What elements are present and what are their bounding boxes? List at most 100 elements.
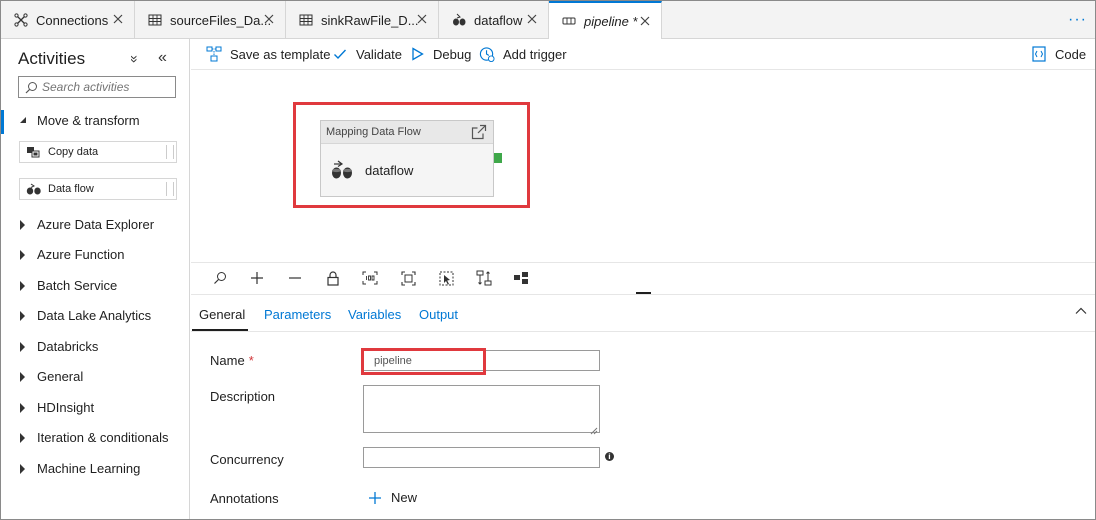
copy-data-icon xyxy=(26,146,42,158)
hide-sidebar-icon[interactable]: « xyxy=(158,49,167,67)
category-label: Machine Learning xyxy=(37,461,141,476)
close-icon[interactable] xyxy=(416,13,428,25)
drag-handle[interactable] xyxy=(166,182,174,196)
category-label: Move & transform xyxy=(37,113,140,128)
close-icon[interactable] xyxy=(639,15,651,27)
new-annotation-button[interactable]: New xyxy=(368,490,417,505)
collapse-all-icon[interactable]: » xyxy=(127,55,143,63)
tab-bar: Connections sourceFiles_Da... sinkRawFil… xyxy=(1,1,1095,39)
category-general[interactable]: General xyxy=(18,369,83,384)
pipeline-icon xyxy=(561,13,577,29)
zoom-100-icon[interactable] xyxy=(361,269,379,287)
tab-parameters[interactable]: Parameters xyxy=(264,307,331,322)
dataset-table-icon xyxy=(298,12,314,28)
add-trigger-button[interactable]: Add trigger xyxy=(479,46,567,62)
search-input[interactable] xyxy=(42,80,172,94)
category-label: Batch Service xyxy=(37,278,118,293)
tab-label: pipeline * xyxy=(584,13,638,29)
zoom-in-icon[interactable] xyxy=(248,269,266,287)
category-azure-data-explorer[interactable]: Azure Data Explorer xyxy=(18,217,154,232)
tab-sinkrawfile[interactable]: sinkRawFile_D... xyxy=(286,1,439,39)
checkmark-icon xyxy=(332,46,348,62)
search-icon[interactable] xyxy=(211,269,229,287)
category-batch-service[interactable]: Batch Service xyxy=(18,278,117,293)
code-button[interactable]: Code xyxy=(1031,46,1086,62)
activity-label: Data flow xyxy=(48,183,94,195)
dataflow-icon xyxy=(26,183,42,195)
validate-button[interactable]: Validate xyxy=(332,46,402,62)
activities-sidebar: Activities » « Move & transform Copy dat… xyxy=(1,39,190,519)
auto-align-icon[interactable] xyxy=(475,269,493,287)
annotations-label: Annotations xyxy=(210,491,279,506)
category-label: Azure Function xyxy=(37,247,125,262)
fit-to-screen-icon[interactable] xyxy=(399,269,417,287)
caret-right-icon xyxy=(18,371,28,382)
tab-pipeline[interactable]: pipeline * xyxy=(549,1,662,39)
category-hdinsight[interactable]: HDInsight xyxy=(18,400,94,415)
plus-icon xyxy=(368,491,382,505)
lock-icon[interactable] xyxy=(324,269,342,287)
highlight-box xyxy=(361,348,486,375)
button-label: Add trigger xyxy=(503,46,567,62)
tab-label: Connections xyxy=(36,12,109,28)
caret-right-icon xyxy=(18,310,28,321)
category-label: Databricks xyxy=(37,339,99,354)
more-tabs-button[interactable]: ··· xyxy=(1068,11,1087,29)
category-machine-learning[interactable]: Machine Learning xyxy=(18,461,140,476)
button-label: New xyxy=(391,490,418,505)
search-box[interactable] xyxy=(18,76,176,98)
category-data-lake-analytics[interactable]: Data Lake Analytics xyxy=(18,308,151,323)
caret-down-icon xyxy=(18,116,28,126)
tab-connections[interactable]: Connections xyxy=(1,1,135,39)
connections-icon xyxy=(13,12,29,28)
chevron-up-icon[interactable] xyxy=(1075,305,1087,317)
caret-right-icon xyxy=(18,432,28,443)
tab-variables[interactable]: Variables xyxy=(348,307,401,322)
tab-general[interactable]: General xyxy=(199,307,245,322)
activity-copy-data[interactable]: Copy data xyxy=(19,141,177,163)
save-as-template-button[interactable]: Save as template xyxy=(206,46,330,62)
properties-panel: General Parameters Variables Output Name… xyxy=(191,294,1095,519)
close-icon[interactable] xyxy=(526,13,538,25)
caret-right-icon xyxy=(18,219,28,230)
category-label: General xyxy=(37,369,84,384)
category-iteration-conditionals[interactable]: Iteration & conditionals xyxy=(18,430,169,445)
minimap-icon[interactable] xyxy=(512,269,530,287)
category-azure-function[interactable]: Azure Function xyxy=(18,247,124,262)
tab-label: sourceFiles_Da... xyxy=(170,12,272,28)
tab-dataflow[interactable]: dataflow xyxy=(439,1,549,39)
drag-handle[interactable] xyxy=(166,145,174,159)
description-label: Description xyxy=(210,389,276,404)
category-move-transform[interactable]: Move & transform xyxy=(18,113,140,128)
activity-data-flow[interactable]: Data flow xyxy=(19,178,177,200)
concurrency-field[interactable] xyxy=(363,447,600,468)
category-label: Iteration & conditionals xyxy=(37,430,169,445)
info-icon[interactable]: i xyxy=(605,452,614,461)
select-icon[interactable] xyxy=(437,269,455,287)
tab-sourcefiles[interactable]: sourceFiles_Da... xyxy=(135,1,286,39)
resize-grip-icon[interactable] xyxy=(590,423,598,435)
category-label: Data Lake Analytics xyxy=(37,308,152,323)
properties-tabs: General Parameters Variables Output xyxy=(191,295,1095,332)
close-icon[interactable] xyxy=(263,13,275,25)
caret-right-icon xyxy=(18,249,28,260)
debug-button[interactable]: Debug xyxy=(409,46,471,62)
pipeline-canvas[interactable]: Mapping Data Flow dataflow xyxy=(191,70,1095,262)
code-icon xyxy=(1031,46,1047,62)
canvas-toolbar xyxy=(191,262,1095,294)
close-icon[interactable] xyxy=(112,13,124,25)
pipeline-toolbar: Save as template Validate Debug Add trig… xyxy=(191,39,1095,70)
play-icon xyxy=(409,46,425,62)
category-label: Azure Data Explorer xyxy=(37,217,155,232)
zoom-out-icon[interactable] xyxy=(286,269,304,287)
description-field[interactable] xyxy=(363,385,600,435)
active-tab-indicator xyxy=(192,329,248,331)
activity-label: Copy data xyxy=(48,146,99,158)
dataset-table-icon xyxy=(147,12,163,28)
selected-indicator xyxy=(1,110,4,134)
highlight-box xyxy=(293,102,530,208)
concurrency-label: Concurrency xyxy=(210,452,284,467)
tab-output[interactable]: Output xyxy=(419,307,458,322)
category-databricks[interactable]: Databricks xyxy=(18,339,98,354)
button-label: Validate xyxy=(356,46,403,62)
